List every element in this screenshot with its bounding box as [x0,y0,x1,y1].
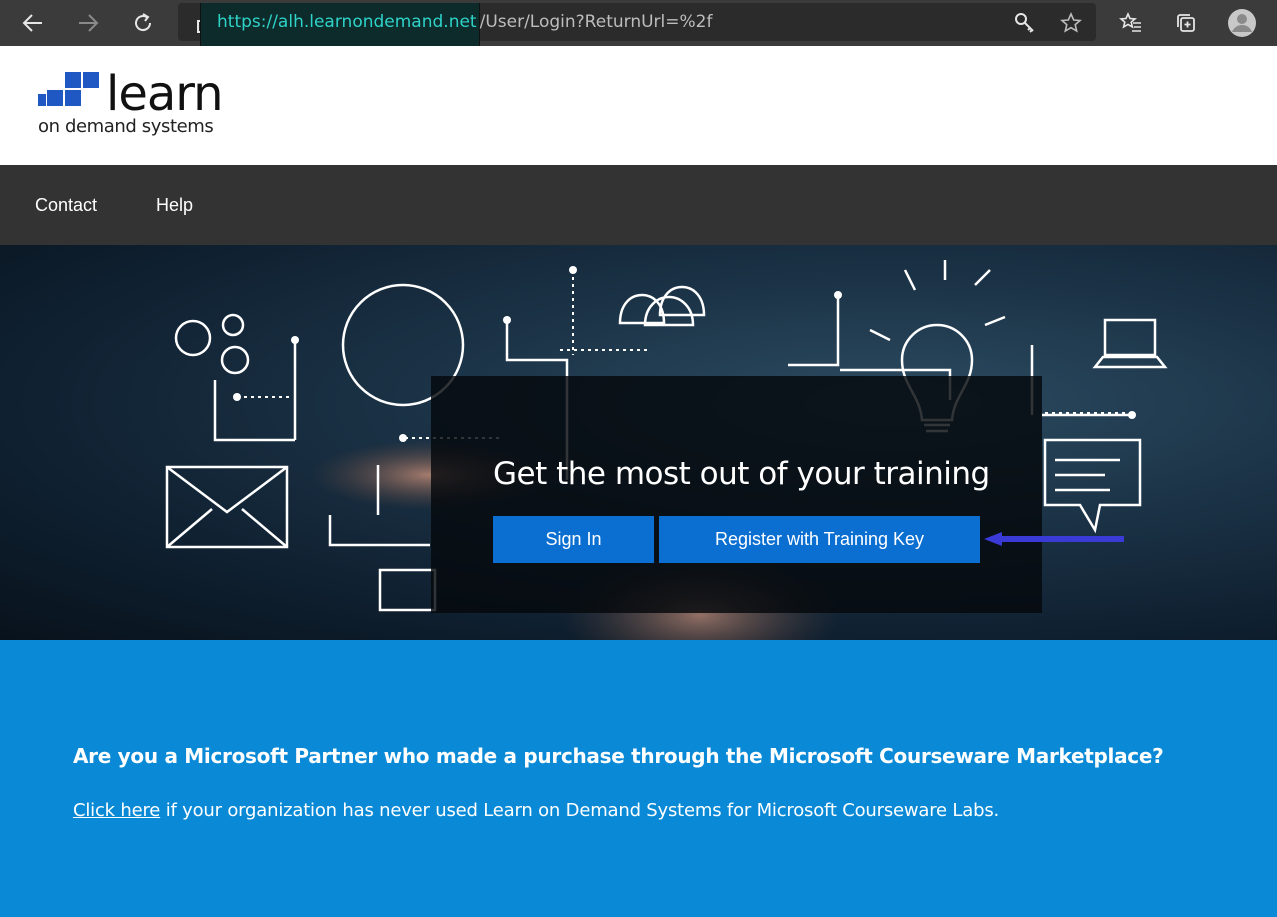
url-host: https://alh.learnondemand.net [200,3,480,48]
click-here-link[interactable]: Click here [73,800,160,821]
browser-toolbar: https://alh.learnondemand.net/User/Login… [0,0,1277,48]
logo-square [65,72,81,88]
url-text[interactable]: https://alh.learnondemand.net/User/Login… [200,3,713,48]
key-icon[interactable] [1010,8,1040,38]
url-path: /User/Login?ReturnUrl=%2f [479,12,713,32]
logo[interactable]: learn on demand systems [38,66,238,142]
top-navigation: Contact Help [0,165,1277,245]
partner-section: Are you a Microsoft Partner who made a p… [0,640,1277,917]
collections-icon[interactable] [1171,8,1201,38]
partner-text: Click here if your organization has neve… [73,800,999,821]
register-training-key-button[interactable]: Register with Training Key [659,516,980,563]
hero-banner: Get the most out of your training Sign I… [0,245,1277,640]
hero-title: Get the most out of your training [493,456,990,492]
annotation-arrow-icon [984,532,1124,546]
forward-icon[interactable] [73,8,103,38]
logo-subtitle: on demand systems [38,116,214,137]
star-icon[interactable] [1056,8,1086,38]
refresh-icon[interactable] [128,8,158,38]
nav-contact[interactable]: Contact [35,195,97,216]
nav-help[interactable]: Help [156,195,193,216]
profile-icon[interactable] [1227,8,1257,38]
back-icon[interactable] [18,8,48,38]
partner-heading: Are you a Microsoft Partner who made a p… [73,744,1164,768]
partner-body-text: if your organization has never used Lear… [160,800,1000,821]
logo-square [65,90,81,106]
logo-square [38,94,46,106]
favorites-icon[interactable] [1116,8,1146,38]
logo-square [47,90,63,106]
site-header: learn on demand systems [0,46,1277,165]
logo-word: learn [106,66,224,122]
hero-overlay: Get the most out of your training Sign I… [431,376,1042,613]
logo-square [83,72,99,88]
sign-in-button[interactable]: Sign In [493,516,654,563]
